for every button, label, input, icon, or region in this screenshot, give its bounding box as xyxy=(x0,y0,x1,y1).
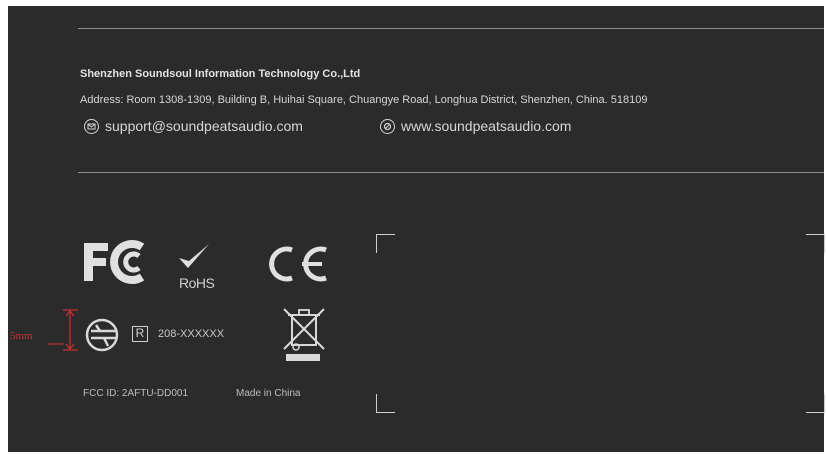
registration-number: 208-XXXXXX xyxy=(158,328,225,340)
ce-mark-icon xyxy=(269,246,327,282)
frame-corner-top-left xyxy=(376,234,395,253)
top-divider xyxy=(78,28,824,29)
label-sheet: Shenzhen Soundsoul Information Technolog… xyxy=(0,0,826,458)
web-icon xyxy=(380,119,395,134)
frame-corner-bottom-right xyxy=(806,394,825,413)
rohs-check-icon xyxy=(179,244,209,268)
email-icon xyxy=(84,119,99,134)
company-name: Shenzhen Soundsoul Information Technolog… xyxy=(80,68,361,80)
fcc-logo-icon xyxy=(84,240,145,284)
frame-corner-bottom-left xyxy=(376,394,395,413)
weee-bin-icon xyxy=(283,308,325,361)
made-in-label: Made in China xyxy=(236,388,301,399)
company-address: Address: Room 1308-1309, Building B, Hui… xyxy=(80,94,648,106)
support-email[interactable]: support@soundpeatsaudio.com xyxy=(105,118,303,134)
dimension-label: 5mm xyxy=(10,330,33,342)
product-label-panel: Shenzhen Soundsoul Information Technolog… xyxy=(8,6,825,452)
middle-divider xyxy=(78,172,824,173)
rohs-label: RoHS xyxy=(179,275,215,291)
registered-symbol: R xyxy=(132,326,148,342)
frame-corner-top-right xyxy=(806,234,825,253)
website-link[interactable]: www.soundpeatsaudio.com xyxy=(401,118,571,134)
telec-mark-icon xyxy=(85,318,119,352)
fcc-id: FCC ID: 2AFTU-DD001 xyxy=(83,388,189,399)
